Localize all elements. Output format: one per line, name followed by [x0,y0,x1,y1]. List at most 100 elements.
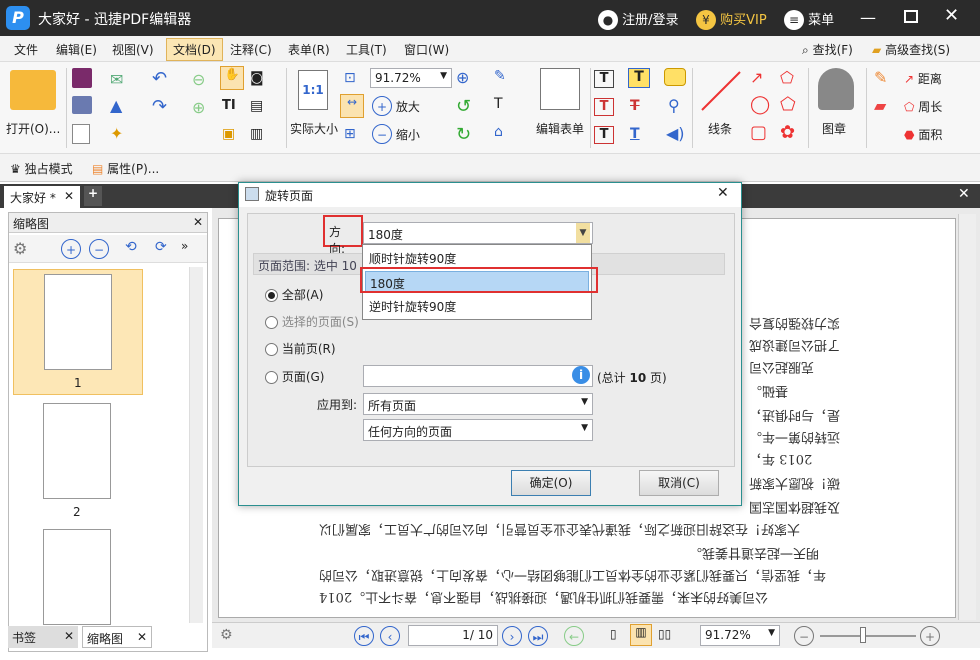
open-folder-icon[interactable] [10,70,56,110]
back-icon[interactable]: ⊖ [192,70,205,89]
edit-form-label[interactable]: 编辑表单 [536,120,584,137]
stamp-icon[interactable] [818,68,854,110]
open-label[interactable]: 打开(O)... [6,120,60,137]
settings-gear-icon[interactable]: ⚙ [220,627,233,643]
zoom-slider-handle[interactable] [860,627,866,643]
previous-page-icon[interactable]: ‹ [380,626,400,646]
advanced-find-button[interactable]: ▰ 高级查找(S) [872,41,950,58]
attachment-icon[interactable]: ⚲ [668,96,680,115]
actual-size-icon[interactable]: 1:1 [298,70,328,110]
bookmarks-tab[interactable]: 书签 ✕ [8,626,78,648]
callout-icon[interactable]: T [594,126,614,144]
more-chevron-icon[interactable]: » [181,239,188,253]
thumbnail-scrollbar[interactable] [189,267,203,623]
lines-label[interactable]: 线条 [708,120,732,137]
menu-window[interactable]: 窗口(W) [404,41,449,58]
settings-gear-icon[interactable]: ⚙ [13,239,27,258]
zoom-select[interactable]: 91.72% ▼ [370,68,452,88]
zoom-in-button[interactable]: + 放大 [372,96,420,116]
fit-visible-icon[interactable]: ⊞ [344,126,356,142]
stamp-label[interactable]: 图章 [822,120,846,137]
area-button[interactable]: ⬣ 面积 [904,126,942,143]
properties-button[interactable]: ▤ 属性(P)... [92,160,159,177]
distance-button[interactable]: ↗ 距离 [904,70,942,87]
select-text-icon[interactable]: TI [222,98,236,113]
rectangle-icon[interactable]: ▢ [750,122,767,143]
sound-icon[interactable]: ◀) [666,124,685,143]
zoom-out-button[interactable]: − 缩小 [372,124,420,144]
zoom-tool-icon[interactable]: ⊕ [456,68,469,87]
thumbnail-page-3[interactable] [43,529,111,625]
scan-icon[interactable]: ▲ [110,96,122,115]
zoom-out-icon[interactable]: − [794,626,814,646]
last-page-icon[interactable]: ⏭ [528,626,548,646]
status-zoom-select[interactable]: 91.72% ▼ [700,625,780,646]
undo-icon[interactable]: ↶ [152,68,167,89]
edit-form-icon[interactable] [540,68,580,110]
minimize-button[interactable]: — [860,8,876,27]
close-document-icon[interactable]: ✕ [958,186,970,202]
option-rotate-cw-90[interactable]: 顺时针旋转90度 [365,247,589,269]
menu-document[interactable]: 文档(D) [166,38,223,61]
save-icon[interactable] [72,68,92,88]
actual-size-label[interactable]: 实际大小 [290,120,338,137]
menu-tools[interactable]: 工具(T) [346,41,387,58]
radio-all[interactable]: 全部(A) [265,286,323,303]
thumbnails-tab[interactable]: 缩略图 ✕ [82,626,152,648]
new-doc-icon[interactable]: ✦ [110,124,123,143]
orientation-select[interactable]: 任何方向的页面 ▼ [363,419,593,441]
close-window-button[interactable]: ✕ [944,5,959,26]
polyline-icon[interactable]: ⬠ [780,68,794,87]
rotate-cw-90-icon[interactable]: ⟳ [155,239,167,255]
document-tab[interactable]: 大家好 * ✕ [4,186,80,208]
textbox-icon[interactable]: T [594,98,614,116]
facing-pages-icon[interactable]: ▯▯ [658,627,671,641]
export-icon[interactable] [72,124,90,144]
fit-width-icon[interactable]: ↔ [340,94,364,118]
radio-pages[interactable]: 页面(G) [265,368,325,385]
forward-icon[interactable]: ⊕ [192,98,205,117]
zoom-slider[interactable] [820,635,916,637]
direction-select[interactable]: 180度 [363,222,593,244]
menu-edit[interactable]: 编辑(E) [56,41,97,58]
continuous-page-icon[interactable]: ▥ [630,624,652,646]
fit-page-icon[interactable]: ⊡ [344,70,356,86]
next-page-icon[interactable]: › [502,626,522,646]
dialog-close-icon[interactable]: ✕ [717,185,729,201]
menu-button[interactable]: ≡ 菜单 [784,9,834,30]
typewriter-icon[interactable]: T [594,70,614,88]
page-tools-icon[interactable]: ▥ [250,126,263,142]
cancel-button[interactable]: 取消(C) [639,470,719,496]
snapshot-icon[interactable]: ◙ [250,70,264,86]
ok-button[interactable]: 确定(O) [511,470,591,496]
thumbnail-page-2[interactable]: 2 [13,399,143,525]
ellipse-icon[interactable]: ◯ [750,94,770,115]
option-rotate-ccw-90[interactable]: 逆时针旋转90度 [365,295,589,317]
first-page-icon[interactable]: ⏮ [354,626,374,646]
rotate-ccw-90-icon[interactable]: ⟲ [125,239,137,255]
new-tab-button[interactable]: + [84,186,102,206]
hand-tool-icon[interactable]: ✋ [220,66,244,90]
login-button[interactable]: ● 注册/登录 [598,9,679,30]
select-area-icon[interactable]: ▣ [222,126,235,142]
note-icon[interactable] [664,68,686,86]
maximize-button[interactable] [904,10,918,23]
link-icon[interactable]: ⌂ [494,124,503,140]
menu-comment[interactable]: 注释(C) [230,41,272,58]
underline-icon[interactable]: T [630,126,640,142]
arrow-icon[interactable]: ↗ [750,68,763,87]
email-icon[interactable]: ✉ [110,70,123,89]
strikeout-icon[interactable]: T [630,98,640,114]
rotate-right-icon[interactable]: ↻ [456,124,471,145]
text-field-icon[interactable]: T [494,96,503,112]
polygon-icon[interactable]: ⬠ [780,94,796,115]
pencil-icon[interactable]: ✎ [874,68,887,87]
apply-to-select[interactable]: 所有页面 ▼ [363,393,593,415]
radio-selected-pages[interactable]: 选择的页面(S) [265,313,359,330]
thumb-zoom-out-icon[interactable]: − [89,239,109,259]
go-back-icon[interactable]: ← [564,626,584,646]
vip-button[interactable]: ¥ 购买VIP [696,9,767,30]
paste-icon[interactable]: ▤ [250,98,263,114]
eraser-icon[interactable]: ▰ [874,96,886,115]
chevron-down-icon[interactable]: ▼ [576,223,590,243]
